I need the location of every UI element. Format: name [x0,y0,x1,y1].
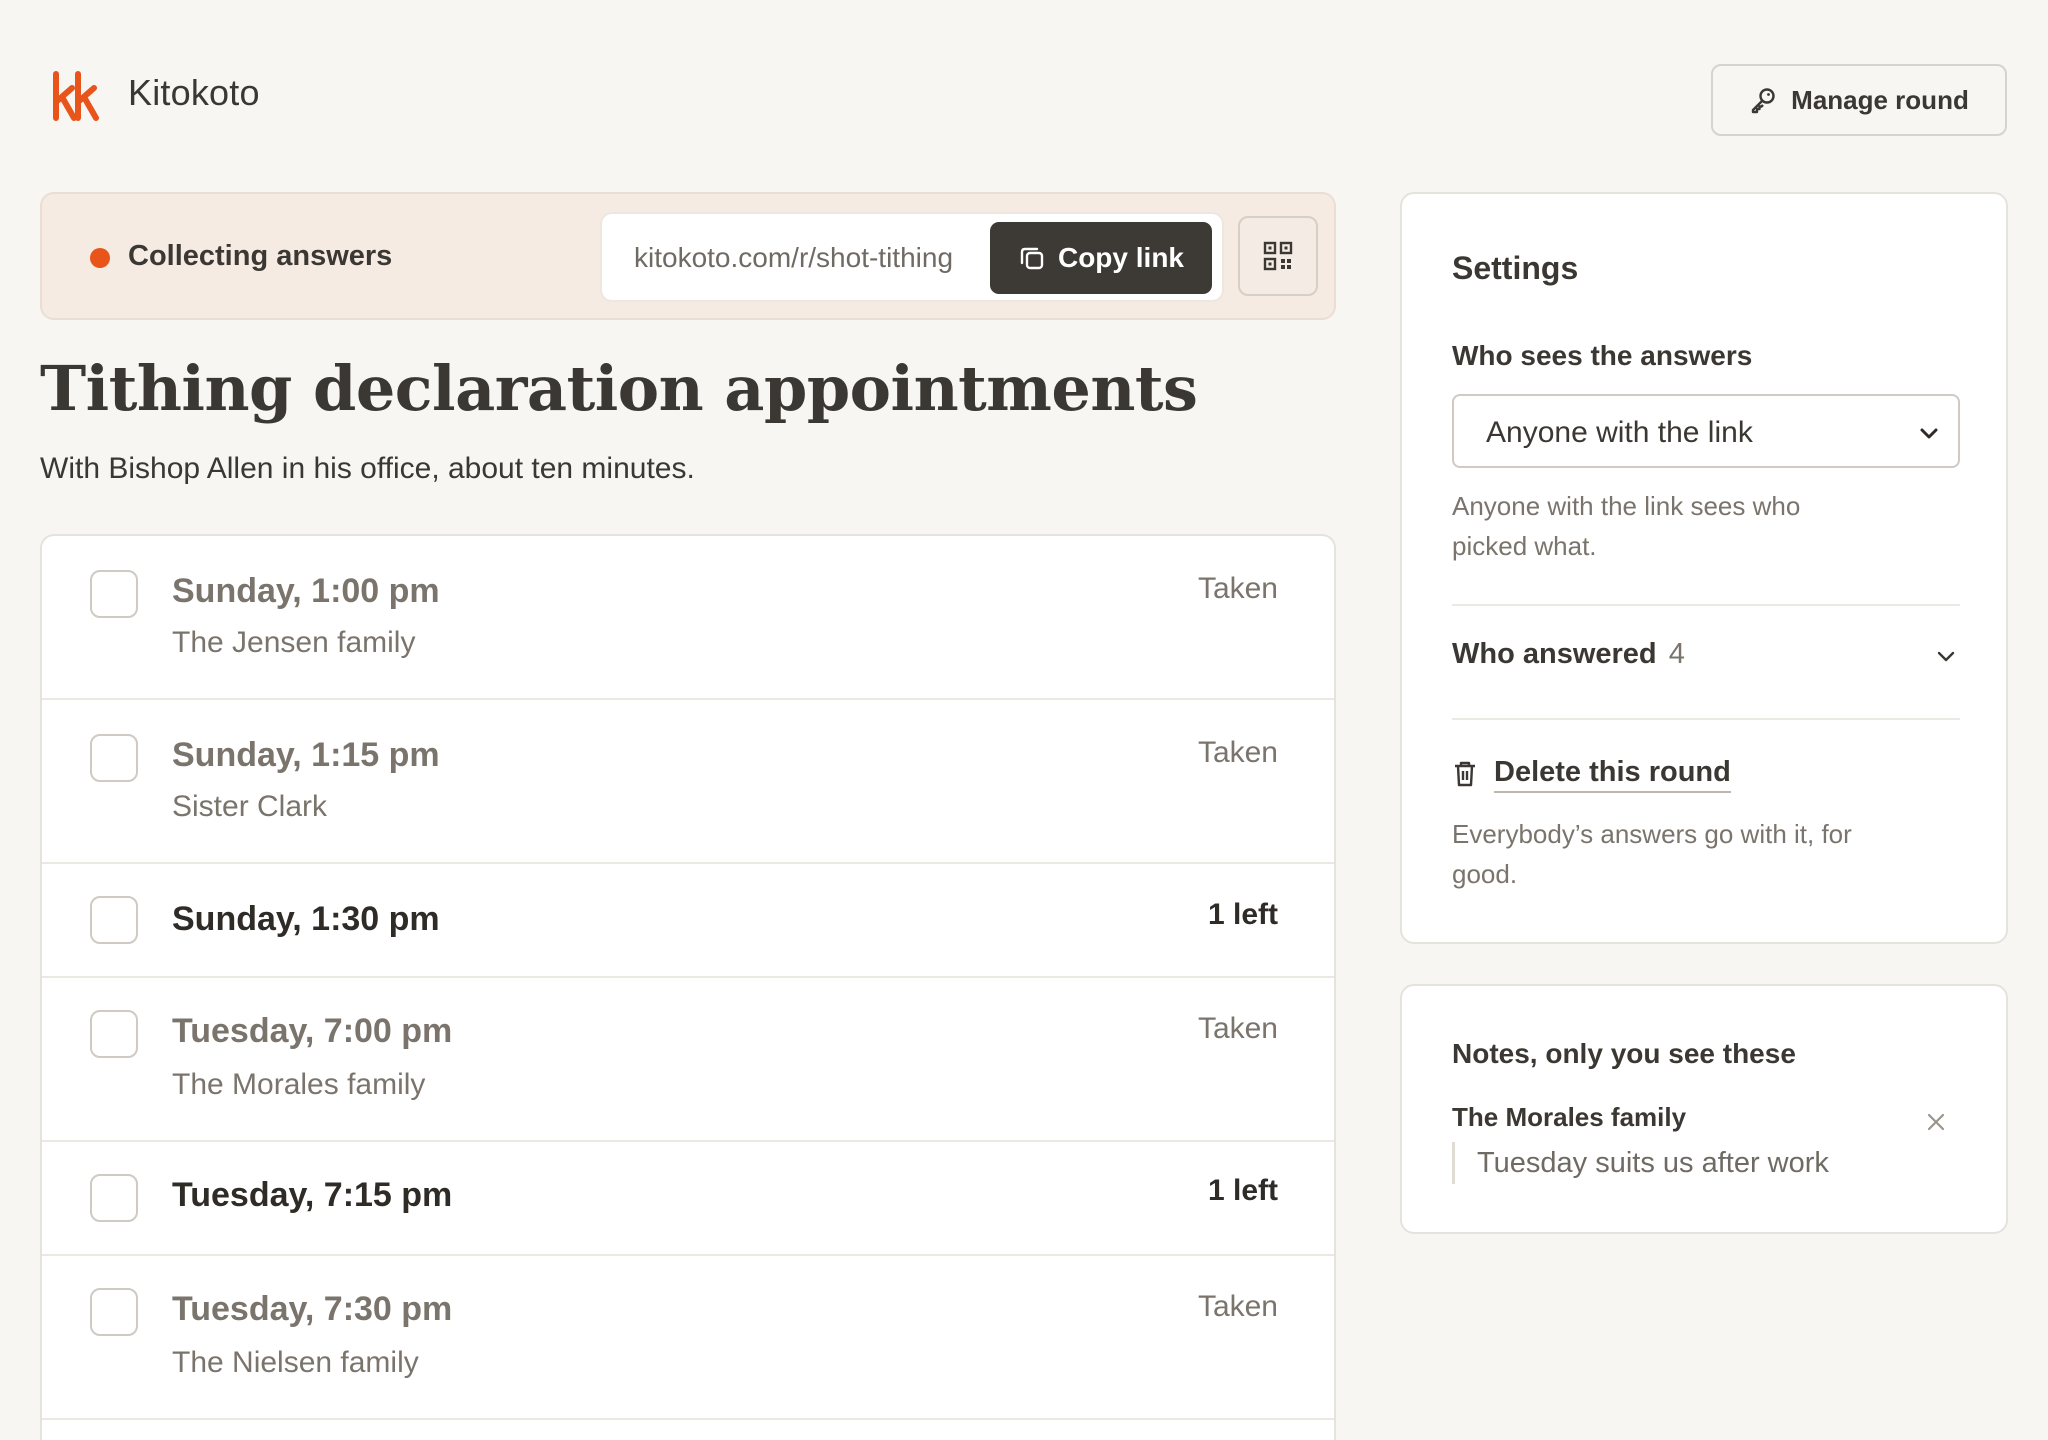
chevron-down-icon [1920,428,1938,439]
slot-person: The Morales family [172,1068,426,1101]
share-link-url[interactable]: kitokoto.com/r/shot-tithing [634,242,953,274]
copy-icon [1020,247,1044,270]
slot-time: Tuesday, 7:15 pm [172,1176,453,1214]
divider [1452,718,1960,720]
slot-list: Sunday, 1:00 pm The Jensen family Taken … [40,534,1336,1440]
close-icon[interactable] [1924,1110,1948,1134]
slot-time: Sunday, 1:15 pm [172,736,440,774]
who-answered-label: Who answered [1452,638,1657,670]
slot-row[interactable]: Sunday, 1:00 pm The Jensen family Taken [42,536,1334,700]
delete-round-link[interactable]: Delete this round [1494,756,1731,793]
slot-person: Sister Clark [172,790,328,823]
chevron-down-icon[interactable] [1934,644,1958,668]
slot-person: The Nielsen family [172,1346,419,1379]
slot-row[interactable]: Tuesday, 7:00 pm The Morales family Take… [42,978,1334,1142]
page-title: Tithing declaration appointments [40,352,1198,425]
slot-checkbox[interactable] [90,1288,138,1336]
notes-panel: Notes, only you see these The Morales fa… [1400,984,2008,1234]
slot-checkbox[interactable] [90,896,138,944]
note-author: The Morales family [1452,1102,1687,1132]
slot-row[interactable]: Sunday, 1:30 pm 1 left [42,864,1334,978]
copy-link-button[interactable]: Copy link [990,222,1212,294]
who-answered-count: 4 [1668,638,1685,670]
delete-help: Everybody’s answers go with it, for good… [1452,819,1852,889]
copy-link-label: Copy link [1057,242,1184,273]
who-answered-toggle[interactable]: Who answered 4 [1452,638,1685,671]
note-text: Tuesday suits us after work [1452,1142,1829,1184]
brand-name: Kitokoto [128,72,260,113]
slot-checkbox[interactable] [90,570,138,618]
qr-code-button[interactable] [1238,216,1318,296]
key-icon [1751,88,1775,114]
slot-time: Sunday, 1:30 pm [172,900,440,938]
slot-status: Taken [1197,736,1278,769]
slot-row[interactable]: Tuesday, 7:15 pm 1 left [42,1142,1334,1256]
slot-checkbox[interactable] [90,734,138,782]
visibility-label: Who sees the answers [1452,340,1753,371]
slot-status: Taken [1197,1012,1278,1045]
settings-title: Settings [1452,250,1579,286]
slot-person: The Jensen family [172,626,416,659]
slot-status: 1 left [1207,1174,1278,1207]
kitokoto-logo-icon [53,71,99,121]
slot-time: Tuesday, 7:00 pm [172,1012,453,1050]
divider [1452,604,1960,606]
visibility-select[interactable]: Anyone with the link [1452,394,1960,468]
slot-status: 1 left [1207,898,1278,931]
visibility-value: Anyone with the link [1486,416,1753,449]
manage-round-label: Manage round [1791,84,1969,115]
slot-checkbox[interactable] [90,1174,138,1222]
slot-status: Taken [1197,572,1278,605]
slot-time: Tuesday, 7:30 pm [172,1290,453,1328]
share-link-box: kitokoto.com/r/shot-tithing Copy link [600,212,1224,302]
notes-title: Notes, only you see these [1452,1038,1796,1069]
manage-round-button[interactable]: Manage round [1711,64,2007,136]
slot-row[interactable]: Tuesday, 7:30 pm The Nielsen family Take… [42,1256,1334,1420]
status-label: Collecting answers [128,240,393,272]
settings-panel: Settings Who sees the answers Anyone wit… [1400,192,2008,944]
share-status-bar: Collecting answers kitokoto.com/r/shot-t… [40,192,1336,320]
app-logo[interactable] [52,70,100,122]
page-subtitle: With Bishop Allen in his office, about t… [40,452,695,485]
qr-code-icon [1263,241,1293,271]
status-dot-icon [90,248,110,268]
slot-status: Taken [1197,1290,1278,1323]
trash-icon [1455,761,1475,787]
slot-time: Sunday, 1:00 pm [172,572,440,610]
slot-row[interactable]: Sunday, 1:15 pm Sister Clark Taken [42,700,1334,864]
slot-checkbox[interactable] [90,1010,138,1058]
visibility-help: Anyone with the link sees who picked wha… [1452,491,1801,561]
